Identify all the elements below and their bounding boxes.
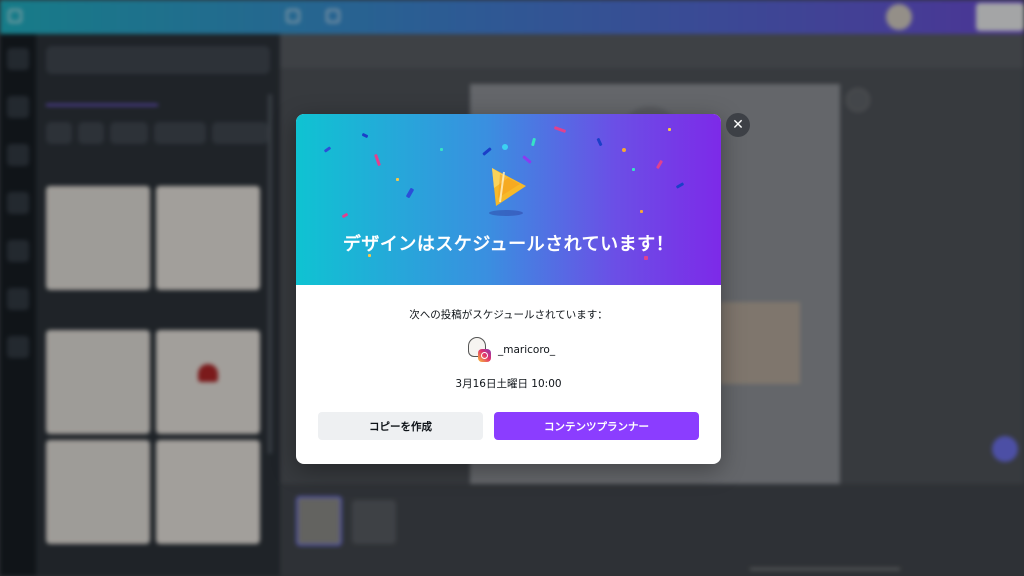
- dialog-title: デザインはスケジュールされています！: [342, 234, 675, 255]
- confetti: [655, 159, 664, 170]
- make-a-copy-button[interactable]: コピーを作成: [318, 412, 483, 440]
- dialog-hero-banner: デザインはスケジュールされています！: [296, 114, 721, 285]
- scheduled-datetime: 3月16日土曜日 10:00: [455, 378, 562, 390]
- confetti: [640, 210, 643, 213]
- dialog-body: 次への投稿がスケジュールされています： _maricoro_ 3月16日土曜日 …: [296, 285, 721, 464]
- confetti: [405, 187, 415, 199]
- confetti: [482, 147, 492, 156]
- confetti: [374, 153, 381, 167]
- confetti: [522, 155, 532, 164]
- scheduled-subtitle: 次への投稿がスケジュールされています：: [409, 309, 608, 321]
- confetti: [341, 212, 349, 219]
- confetti: [553, 126, 567, 133]
- account-handle: _maricoro_: [498, 344, 556, 356]
- confetti: [396, 178, 399, 181]
- confetti: [596, 137, 603, 147]
- confetti: [440, 148, 443, 151]
- account-avatar: [468, 337, 491, 363]
- scheduled-account: _maricoro_: [468, 335, 555, 365]
- confetti: [632, 168, 635, 171]
- confetti: [361, 132, 369, 139]
- confetti: [668, 128, 671, 131]
- party-popper-icon: [489, 168, 526, 216]
- confetti: [675, 182, 685, 189]
- confetti: [502, 144, 508, 150]
- close-icon[interactable]: ✕: [726, 113, 750, 137]
- instagram-icon: [478, 349, 491, 362]
- confetti: [622, 148, 626, 152]
- confetti: [323, 146, 332, 153]
- content-planner-button[interactable]: コンテンツプランナー: [494, 412, 699, 440]
- confetti: [644, 256, 648, 260]
- confetti: [531, 137, 536, 147]
- schedule-confirmation-dialog: デザインはスケジュールされています！ 次への投稿がスケジュールされています： _…: [296, 114, 721, 464]
